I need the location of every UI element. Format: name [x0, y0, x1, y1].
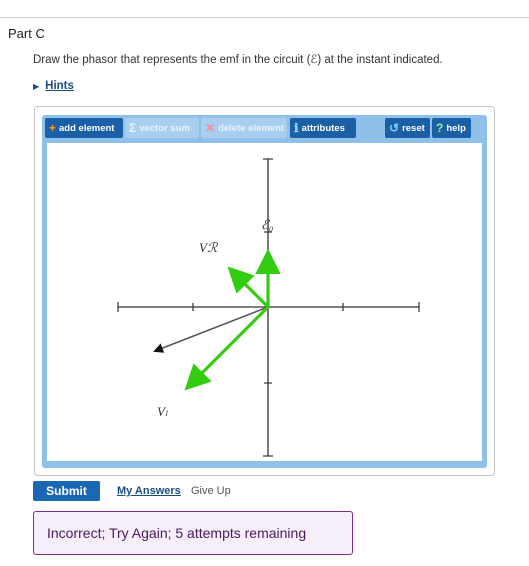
- top-divider: [0, 17, 529, 18]
- user-phasor[interactable]: [153, 306, 269, 353]
- add-element-label: add element: [59, 122, 115, 134]
- help-label: help: [446, 122, 466, 134]
- submit-button[interactable]: Submit: [33, 481, 100, 501]
- help-icon: ?: [436, 121, 444, 135]
- plus-icon: +: [49, 121, 57, 135]
- part-title: Part C: [8, 26, 45, 41]
- vector-sum-label: vector sum: [139, 122, 190, 134]
- my-answers-link[interactable]: My Answers: [117, 485, 181, 497]
- help-button[interactable]: ? help: [432, 118, 471, 138]
- reset-label: reset: [402, 122, 425, 134]
- add-element-button[interactable]: + add element: [45, 118, 123, 138]
- sigma-icon: Σ: [129, 121, 137, 135]
- delete-element-label: delete element: [218, 122, 285, 134]
- reset-icon: ↺: [389, 121, 400, 135]
- vl-label: Vₗ: [157, 404, 168, 419]
- delete-element-button[interactable]: ✕ delete element: [201, 118, 287, 138]
- feedback-text: Incorrect; Try Again; 5 attempts remaini…: [47, 525, 307, 541]
- attributes-button[interactable]: ℹ attributes: [290, 118, 356, 138]
- reset-button[interactable]: ↺ reset: [385, 118, 430, 138]
- attributes-label: attributes: [301, 122, 345, 134]
- feedback-message: Incorrect; Try Again; 5 attempts remaini…: [33, 511, 353, 555]
- give-up-link[interactable]: Give Up: [191, 485, 231, 497]
- vector-sum-button[interactable]: Σ vector sum: [125, 118, 199, 138]
- phasor-diagram[interactable]: ℰ₀ Vℛ Vₗ: [47, 143, 482, 461]
- expand-triangle-icon: ▶: [33, 81, 40, 91]
- vl-phasor: [184, 305, 270, 391]
- hints-link[interactable]: Hints: [45, 80, 74, 92]
- drawing-canvas[interactable]: ℰ₀ Vℛ Vₗ: [47, 143, 482, 461]
- drawing-tool: + add element Σ vector sum ✕ delete elem…: [34, 106, 495, 476]
- vr-label: Vℛ: [199, 240, 219, 255]
- emf-label: ℰ₀: [261, 217, 273, 232]
- hints-toggle[interactable]: ▶ Hints: [33, 80, 74, 92]
- info-icon: ℹ: [294, 121, 299, 135]
- delete-x-icon: ✕: [205, 121, 216, 135]
- tool-toolbar: + add element Σ vector sum ✕ delete elem…: [45, 118, 484, 138]
- vr-phasor: [227, 266, 270, 309]
- question-text: Draw the phasor that represents the emf …: [33, 54, 443, 66]
- drawing-tool-panel: + add element Σ vector sum ✕ delete elem…: [42, 115, 487, 468]
